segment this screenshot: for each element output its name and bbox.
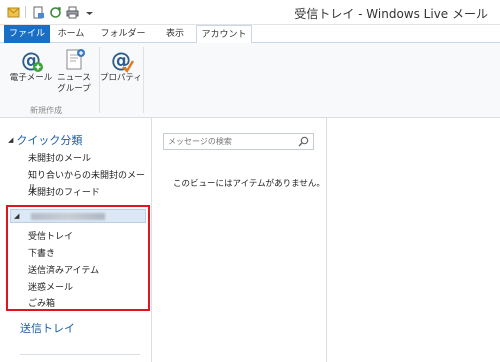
tab-folder[interactable]: フォルダー — [94, 25, 152, 43]
properties-icon: @ — [111, 48, 134, 73]
nav-item-unread-feeds[interactable]: 未開封のフィード — [28, 185, 100, 198]
empty-list-message: このビューにはアイテムがありません。 — [173, 179, 325, 189]
properties-label: プロパティ — [100, 73, 142, 83]
window-title: 受信トレイ - Windows Live メール — [294, 7, 488, 21]
folder-sent-items[interactable]: 送信済みアイテム — [28, 263, 99, 276]
tab-account[interactable]: アカウント — [196, 25, 252, 44]
account-row[interactable]: ◢ — [10, 209, 146, 223]
toolbar-separator — [25, 6, 26, 18]
account-highlight-box: ◢ 受信トレイ 下書き 送信済みアイテム 迷惑メール ごみ箱 — [6, 205, 150, 311]
sync-icon[interactable] — [48, 5, 62, 19]
search-input[interactable] — [164, 134, 292, 149]
message-list-pane: このビューにはアイテムがありません。 — [153, 118, 327, 362]
ribbon-tabs: ファイル ホーム フォルダー 表示 アカウント — [0, 25, 500, 44]
divider — [20, 354, 140, 355]
newsgroup-icon — [66, 49, 85, 70]
folder-deleted[interactable]: ごみ箱 — [28, 296, 55, 309]
collapse-triangle-icon[interactable]: ◢ — [14, 212, 19, 220]
new-message-icon[interactable] — [31, 5, 45, 19]
nav-item-unread-mail[interactable]: 未開封のメール — [28, 151, 91, 164]
search-icon[interactable] — [298, 136, 309, 150]
folder-pane: ◢ クイック分類 未開封のメール 知り合いからの未開封のメール 未開封のフィード… — [0, 118, 152, 362]
collapse-triangle-icon[interactable]: ◢ — [8, 136, 13, 144]
ribbon: @ 電子メール ニュース グループ @ プロパティ 新規作成 — [0, 43, 500, 118]
tab-home[interactable]: ホーム — [50, 25, 92, 43]
dropdown-icon[interactable] — [82, 5, 96, 19]
folder-inbox[interactable]: 受信トレイ — [28, 229, 73, 242]
tab-view[interactable]: 表示 — [154, 25, 196, 43]
tab-file[interactable]: ファイル — [4, 25, 50, 43]
newsgroup-button[interactable]: ニュース グループ — [54, 47, 94, 95]
reading-pane — [328, 118, 500, 362]
email-account-button[interactable]: @ 電子メール — [8, 47, 54, 84]
folder-outbox[interactable]: 送信トレイ — [20, 320, 75, 336]
app-icon[interactable] — [6, 5, 20, 19]
folder-junk[interactable]: 迷惑メール — [28, 280, 73, 293]
quick-views-label: クイック分類 — [16, 134, 83, 147]
account-name-redacted — [31, 213, 105, 220]
quick-access-toolbar — [6, 5, 96, 19]
folder-drafts[interactable]: 下書き — [28, 246, 55, 259]
email-account-icon: @ — [21, 48, 43, 72]
print-icon[interactable] — [65, 5, 79, 19]
email-account-label: 電子メール — [9, 73, 53, 83]
properties-button[interactable]: @ プロパティ — [100, 47, 142, 84]
ribbon-group-label: 新規作成 — [30, 106, 62, 115]
ribbon-divider — [143, 47, 144, 113]
quick-views-header[interactable]: ◢ クイック分類 — [8, 132, 82, 148]
search-box — [163, 133, 314, 150]
newsgroup-label-2: グループ — [57, 84, 91, 94]
newsgroup-label-1: ニュース — [57, 73, 91, 83]
title-bar: 受信トレイ - Windows Live メール — [0, 0, 500, 25]
